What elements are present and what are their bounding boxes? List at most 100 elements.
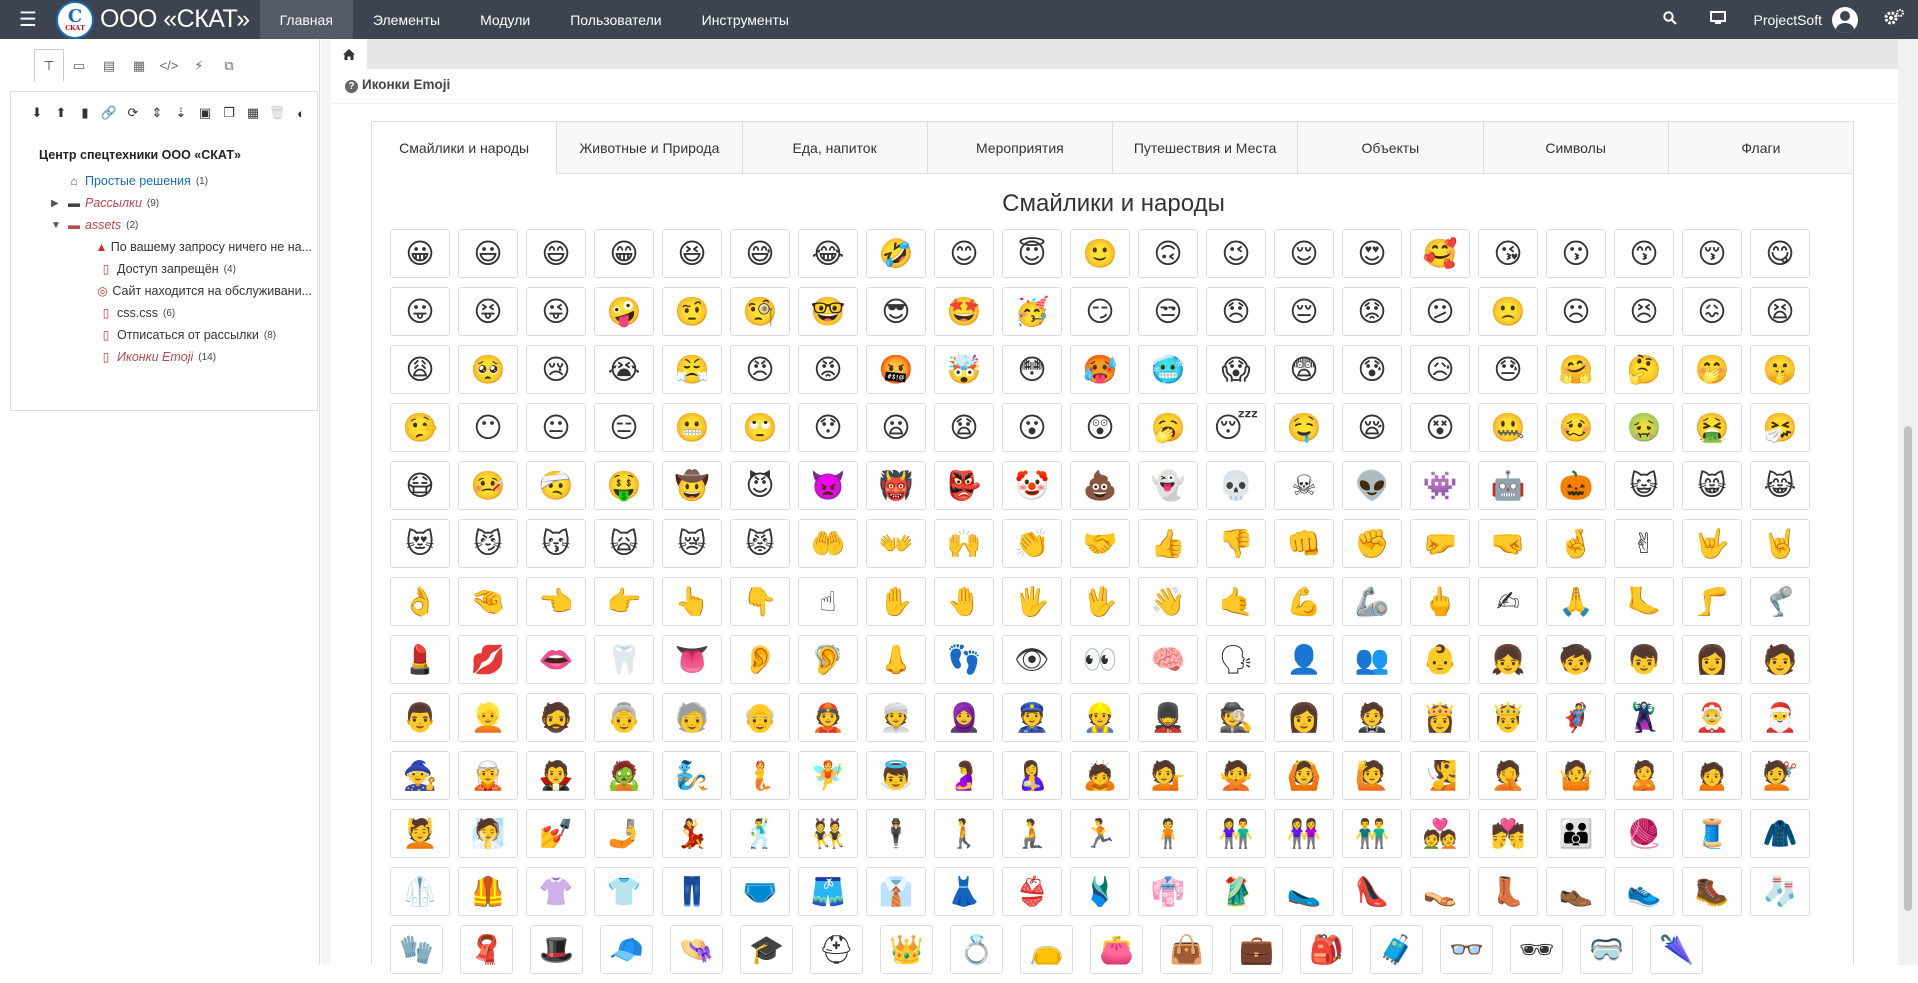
emoji-button[interactable]: ✊ <box>1342 519 1402 568</box>
nav-item[interactable]: Главная <box>259 0 353 39</box>
emoji-button[interactable]: 🏃 <box>1070 809 1130 858</box>
emoji-button[interactable]: 🧳 <box>1370 925 1423 974</box>
hamburger-icon[interactable]: ☰ <box>0 0 56 39</box>
emoji-button[interactable]: 🙂 <box>1070 229 1130 278</box>
emoji-button[interactable]: 🤢 <box>1614 403 1674 452</box>
emoji-tab[interactable]: Объекты <box>1298 121 1484 174</box>
emoji-button[interactable]: 🙋 <box>1342 751 1402 800</box>
emoji-button[interactable]: 🤥 <box>390 403 450 452</box>
question-icon[interactable]: ? <box>345 80 358 93</box>
emoji-button[interactable]: 🧍 <box>1138 809 1198 858</box>
emoji-button[interactable]: 🦵 <box>1682 577 1742 626</box>
emoji-button[interactable]: 😵 <box>1410 403 1470 452</box>
emoji-button[interactable]: 🧦 <box>1750 867 1810 916</box>
emoji-button[interactable]: 👪 <box>1546 809 1606 858</box>
emoji-button[interactable]: 😇 <box>1002 229 1062 278</box>
emoji-button[interactable]: 👸 <box>1410 693 1470 742</box>
link-icon[interactable]: 🔗 <box>97 102 121 124</box>
emoji-button[interactable]: 🤩 <box>934 287 994 336</box>
emoji-button[interactable]: 🤓 <box>798 287 858 336</box>
emoji-button[interactable]: 👈 <box>526 577 586 626</box>
emoji-button[interactable]: 😖 <box>1682 287 1742 336</box>
emoji-button[interactable]: 😍 <box>1342 229 1402 278</box>
emoji-button[interactable]: 👹 <box>866 461 926 510</box>
emoji-button[interactable]: 😀 <box>390 229 450 278</box>
emoji-button[interactable]: 🖖 <box>1070 577 1130 626</box>
emoji-button[interactable]: 😌 <box>1274 229 1334 278</box>
emoji-button[interactable]: 🥵 <box>1070 345 1130 394</box>
emoji-button[interactable]: 🧒 <box>1546 635 1606 684</box>
emoji-button[interactable]: 😫 <box>1750 287 1810 336</box>
emoji-button[interactable]: 💪 <box>1274 577 1334 626</box>
emoji-button[interactable]: 👅 <box>662 635 722 684</box>
emoji-tab[interactable]: Путешествия и Места <box>1113 121 1299 174</box>
emoji-button[interactable]: 🩲 <box>730 867 790 916</box>
emoji-button[interactable]: 💅 <box>526 809 586 858</box>
emoji-button[interactable]: 😭 <box>594 345 654 394</box>
emoji-button[interactable]: ☝ <box>798 577 858 626</box>
emoji-button[interactable]: 💼 <box>1230 925 1283 974</box>
emoji-button[interactable]: 👢 <box>1478 867 1538 916</box>
nav-item[interactable]: Модули <box>460 0 550 39</box>
emoji-button[interactable]: 🧑 <box>1750 635 1810 684</box>
emoji-button[interactable]: 😐 <box>526 403 586 452</box>
emoji-button[interactable]: 👦 <box>1614 635 1674 684</box>
emoji-button[interactable]: 🧠 <box>1138 635 1198 684</box>
emoji-button[interactable]: 🤛 <box>1410 519 1470 568</box>
emoji-button[interactable]: 🦷 <box>594 635 654 684</box>
emoji-button[interactable]: 👤 <box>1274 635 1334 684</box>
nav-item[interactable]: Элементы <box>353 0 460 39</box>
emoji-button[interactable]: 🧙 <box>390 751 450 800</box>
sitemap-icon[interactable]: ⊤ <box>34 49 64 82</box>
emoji-button[interactable]: 🙅 <box>1206 751 1266 800</box>
emoji-button[interactable]: 👖 <box>662 867 722 916</box>
emoji-button[interactable]: 👴 <box>730 693 790 742</box>
emoji-button[interactable]: 🎩 <box>530 925 583 974</box>
emoji-button[interactable]: 🤯 <box>934 345 994 394</box>
scrollbar-thumb[interactable] <box>1904 426 1912 911</box>
emoji-button[interactable]: 🕶 <box>1510 925 1563 974</box>
emoji-button[interactable]: 😂 <box>798 229 858 278</box>
tree-node[interactable]: ▯ css.css (6) <box>39 302 317 324</box>
emoji-button[interactable]: 👂 <box>730 635 790 684</box>
cubes-icon[interactable]: ⧉ <box>214 49 244 82</box>
emoji-button[interactable]: 👻 <box>1138 461 1198 510</box>
emoji-button[interactable]: 😥 <box>1410 345 1470 394</box>
emoji-button[interactable]: 👉 <box>594 577 654 626</box>
emoji-button[interactable]: ✍ <box>1478 577 1538 626</box>
emoji-tab[interactable]: Животные и Природа <box>557 121 743 174</box>
emoji-button[interactable]: 🧜 <box>730 751 790 800</box>
emoji-button[interactable]: 👮 <box>1002 693 1062 742</box>
search-icon[interactable] <box>1646 10 1694 30</box>
emoji-button[interactable]: 🤞 <box>1546 519 1606 568</box>
emoji-button[interactable]: 👩 <box>1274 693 1334 742</box>
emoji-button[interactable]: 🧟 <box>594 751 654 800</box>
emoji-button[interactable]: 🌂 <box>1650 925 1703 974</box>
refresh-icon[interactable]: ⟳ <box>121 102 145 124</box>
emoji-button[interactable]: 🤱 <box>1002 751 1062 800</box>
emoji-button[interactable]: 😄 <box>526 229 586 278</box>
emoji-button[interactable]: 💄 <box>390 635 450 684</box>
tree-node[interactable]: ▼ ▬ assets (2) <box>39 214 317 236</box>
templates-icon[interactable]: ▭ <box>64 49 94 82</box>
nav-item[interactable]: Пользователи <box>550 0 681 39</box>
emoji-button[interactable]: 🙁 <box>1478 287 1538 336</box>
emoji-button[interactable]: 👽 <box>1342 461 1402 510</box>
emoji-button[interactable]: 🤫 <box>1750 345 1810 394</box>
emoji-button[interactable]: 👕 <box>594 867 654 916</box>
emoji-button[interactable]: 💇 <box>1750 751 1810 800</box>
tree-node[interactable]: ▶ ▬ Рассылки (9) <box>39 192 317 214</box>
tree-node-label[interactable]: Доступ запрещён <box>117 262 219 276</box>
emoji-button[interactable]: 😕 <box>1410 287 1470 336</box>
emoji-button[interactable]: 😞 <box>1206 287 1266 336</box>
emoji-button[interactable]: 🧝 <box>458 751 518 800</box>
emoji-button[interactable]: 🦹 <box>1614 693 1674 742</box>
arrow-up-circle-icon[interactable]: ⬆ <box>49 102 73 124</box>
emoji-button[interactable]: 😽 <box>526 519 586 568</box>
copy-icon[interactable]: ❐ <box>217 102 241 124</box>
sort-icon[interactable]: ⇕ <box>145 102 169 124</box>
emoji-button[interactable]: 😎 <box>866 287 926 336</box>
emoji-button[interactable]: 😔 <box>1274 287 1334 336</box>
emoji-button[interactable]: 💋 <box>458 635 518 684</box>
emoji-button[interactable]: 🎅 <box>1750 693 1810 742</box>
